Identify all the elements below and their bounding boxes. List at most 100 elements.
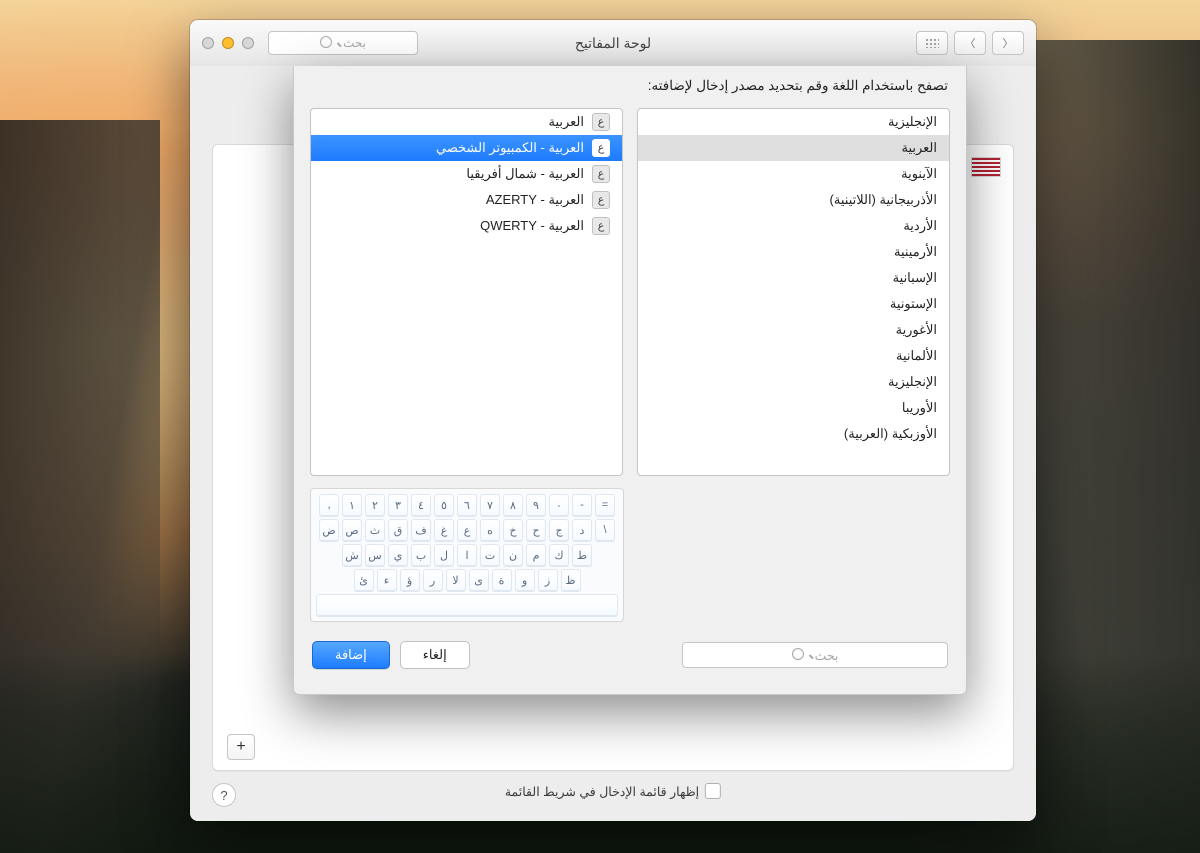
keyboard-key: ٥	[434, 494, 454, 516]
close-window-button[interactable]	[202, 37, 214, 49]
language-item[interactable]: العربية	[638, 135, 949, 161]
search-icon	[320, 36, 337, 51]
keyboard-key: ة	[492, 569, 512, 591]
add-button[interactable]: إضافة	[312, 641, 390, 669]
keyboard-key: ,	[319, 494, 339, 516]
language-item[interactable]: الأردية	[638, 213, 949, 239]
keyboard-key: ٩	[526, 494, 546, 516]
keyboard-key: \	[595, 519, 615, 541]
keyboard-layout-item[interactable]: ع العربية - AZERTY	[311, 187, 622, 213]
keyboard-key: ق	[388, 519, 408, 541]
spacebar-key	[316, 594, 618, 616]
keyboard-key: ٨	[503, 494, 523, 516]
keyboard-key: ث	[365, 519, 385, 541]
keyboard-key: =	[595, 494, 615, 516]
keyboard-key: ف	[411, 519, 431, 541]
keyboard-key: ٧	[480, 494, 500, 516]
keyboard-key: ص	[342, 519, 362, 541]
keyboard-key: ٣	[388, 494, 408, 516]
arabic-layout-icon: ع	[592, 217, 610, 235]
keyboard-layout-label: العربية - الكمبيوتر الشخصي	[436, 140, 584, 156]
language-item[interactable]: الأرمينية	[638, 239, 949, 265]
keyboard-layout-item[interactable]: ع العربية - QWERTY	[311, 213, 622, 239]
keyboard-layout-label: العربية - شمال أفريقيا	[466, 166, 584, 182]
keyboard-key: ئ	[354, 569, 374, 591]
input-source-flag	[971, 157, 999, 175]
language-item[interactable]: الإستونية	[638, 291, 949, 317]
keyboard-key: ب	[411, 544, 431, 566]
keyboard-layout-label: العربية - AZERTY	[486, 192, 584, 208]
keyboard-key: ن	[503, 544, 523, 566]
keyboard-layout-item[interactable]: ع العربية - الكمبيوتر الشخصي	[311, 135, 622, 161]
show-input-menu-checkbox-row[interactable]: إظهار قائمة الإدخال في شريط القائمة	[505, 783, 721, 799]
keyboard-layout-label: العربية - QWERTY	[480, 218, 584, 234]
keyboard-key: ش	[342, 544, 362, 566]
arabic-layout-icon: ع	[592, 165, 610, 183]
toolbar-search-field[interactable]: بحث	[268, 31, 418, 55]
language-list[interactable]: الإنجليزيةالعربيةالآينويةالأذربيجانية (ا…	[637, 108, 950, 476]
keyboard-preview: ,١٢٣٤٥٦٧٨٩٠-= ضصثقفغعهخحجد\ شسيبلاتنمكط …	[310, 488, 624, 622]
us-flag-icon	[971, 157, 1001, 177]
traffic-lights	[202, 37, 254, 49]
show-all-button[interactable]	[916, 31, 948, 55]
keyboard-key: س	[365, 544, 385, 566]
minimize-window-button[interactable]	[222, 37, 234, 49]
keyboard-key: خ	[503, 519, 523, 541]
keyboard-key: ا	[457, 544, 477, 566]
nav-forward-button[interactable]: 〉	[992, 31, 1024, 55]
keyboard-key: ١	[342, 494, 362, 516]
sheet-instruction: تصفح باستخدام اللغة وقم بتحديد مصدر إدخا…	[294, 66, 966, 102]
keyboard-key: ت	[480, 544, 500, 566]
language-item[interactable]: الأوزبكية (العربية)	[638, 421, 949, 447]
nav-back-button[interactable]: 〈	[954, 31, 986, 55]
add-input-source-button[interactable]: +	[227, 734, 255, 760]
sheet-search-field[interactable]: بحث	[682, 642, 948, 668]
keyboard-key: ٦	[457, 494, 477, 516]
zoom-window-button[interactable]	[242, 37, 254, 49]
help-button[interactable]: ?	[212, 783, 236, 807]
show-input-menu-label: إظهار قائمة الإدخال في شريط القائمة	[505, 784, 699, 799]
language-item[interactable]: الإسبانية	[638, 265, 949, 291]
keyboard-key: ل	[434, 544, 454, 566]
keyboard-key: ٤	[411, 494, 431, 516]
keyboard-key: ٢	[365, 494, 385, 516]
keyboard-key: ى	[469, 569, 489, 591]
keyboard-key: ر	[423, 569, 443, 591]
keyboard-key: ك	[549, 544, 569, 566]
window-title: لوحة المفاتيح	[575, 35, 651, 52]
keyboard-key: ء	[377, 569, 397, 591]
keyboard-key: ه	[480, 519, 500, 541]
add-input-source-sheet: تصفح باستخدام اللغة وقم بتحديد مصدر إدخا…	[293, 66, 967, 695]
language-item[interactable]: الأذربيجانية (اللاتينية)	[638, 187, 949, 213]
arabic-layout-icon: ع	[592, 139, 610, 157]
language-item[interactable]: الأغورية	[638, 317, 949, 343]
keyboard-key: و	[515, 569, 535, 591]
keyboard-key: ع	[457, 519, 477, 541]
keyboard-layout-item[interactable]: ع العربية - شمال أفريقيا	[311, 161, 622, 187]
keyboard-key: غ	[434, 519, 454, 541]
language-item[interactable]: الألمانية	[638, 343, 949, 369]
language-item[interactable]: الآينوية	[638, 161, 949, 187]
keyboard-key: ج	[549, 519, 569, 541]
cancel-button[interactable]: إلغاء	[400, 641, 470, 669]
keyboard-key: ؤ	[400, 569, 420, 591]
window-toolbar: بحث لوحة المفاتيح 〈 〉	[190, 20, 1036, 67]
keyboard-key: ي	[388, 544, 408, 566]
language-item[interactable]: الإنجليزية	[638, 369, 949, 395]
keyboard-layout-item[interactable]: عالعربية	[311, 109, 622, 135]
keyboard-key: ض	[319, 519, 339, 541]
keyboard-key: -	[572, 494, 592, 516]
keyboard-key: ظ	[561, 569, 581, 591]
arabic-layout-icon: ع	[592, 191, 610, 209]
search-icon	[792, 648, 809, 663]
sheet-search-placeholder: بحث	[815, 648, 839, 663]
keyboard-key: لا	[446, 569, 466, 591]
language-item[interactable]: الأوريبا	[638, 395, 949, 421]
keyboard-key: ز	[538, 569, 558, 591]
language-item[interactable]: الإنجليزية	[638, 109, 949, 135]
keyboard-key: م	[526, 544, 546, 566]
keyboard-key: ٠	[549, 494, 569, 516]
keyboard-layout-list[interactable]: عالعربية ع العربية - الكمبيوتر الشخصي ع العر…	[310, 108, 623, 476]
keyboard-key: ط	[572, 544, 592, 566]
checkbox-icon	[705, 783, 721, 799]
